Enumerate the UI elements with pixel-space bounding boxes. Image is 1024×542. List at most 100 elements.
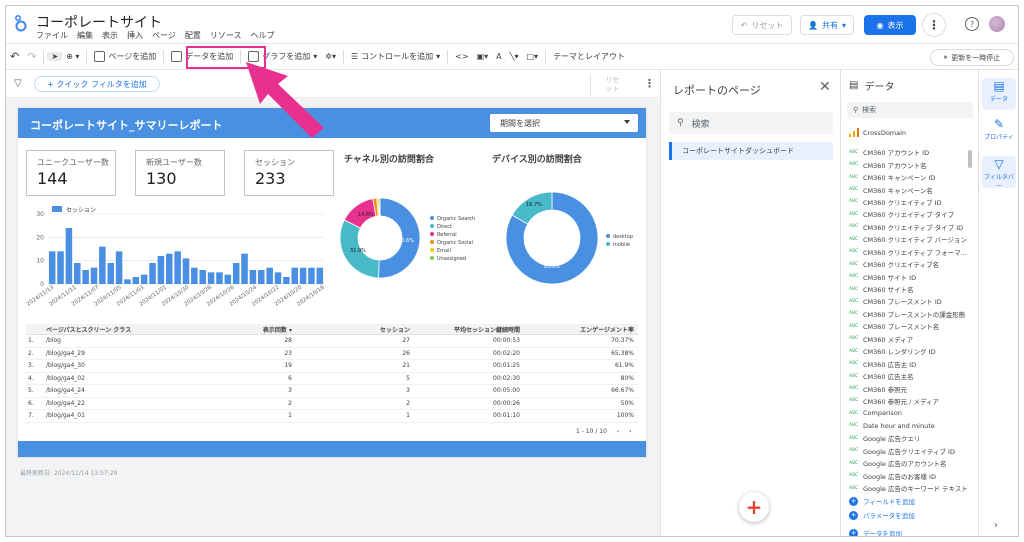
field-item[interactable]: ABC Comparison bbox=[849, 407, 969, 419]
undo-icon[interactable]: ↶ bbox=[6, 50, 23, 63]
add-param-link[interactable]: + パラメータを追加 bbox=[849, 508, 915, 522]
table-row[interactable]: 2. /blog/ga4_29 23 26 00:02:20 65.38% bbox=[26, 348, 638, 360]
field-item[interactable]: ABC CM360 クリエイティブ タイプ ID bbox=[849, 221, 969, 233]
sessions-bar-chart[interactable]: セッション01020302024/11/132024/11/112024/11/… bbox=[22, 204, 332, 316]
menu-edit[interactable]: 編集 bbox=[77, 30, 93, 41]
menu-view[interactable]: 表示 bbox=[102, 30, 118, 41]
col-avg-duration[interactable]: 平均セッション継続時間 bbox=[414, 325, 524, 334]
field-item[interactable]: ABC Google 広告のキーワード テキスト bbox=[849, 482, 969, 494]
field-item[interactable]: ABC CM360 レンダリング ID bbox=[849, 345, 969, 357]
table-row[interactable]: 1. /blog 28 27 00:00:53 70.37% bbox=[26, 335, 638, 348]
pages-search-input[interactable]: ⚲ 検索 bbox=[669, 112, 833, 134]
filter-reset-button[interactable]: リセ ット bbox=[590, 74, 634, 96]
embed-code-icon[interactable]: <> bbox=[451, 52, 472, 61]
shape-icon[interactable]: □▾ bbox=[522, 52, 542, 61]
field-item[interactable]: ABC CM360 プレースメント名 bbox=[849, 320, 969, 332]
help-icon[interactable]: ? bbox=[965, 17, 979, 31]
menu-insert[interactable]: 挿入 bbox=[127, 30, 143, 41]
field-item[interactable]: ABC CM360 クリエイティブ フォーマ... bbox=[849, 246, 969, 258]
field-item[interactable]: ABC CM360 参照元 / メディア bbox=[849, 395, 969, 407]
menu-page[interactable]: ページ bbox=[152, 30, 176, 41]
prev-page-icon[interactable]: ‹ bbox=[617, 428, 619, 435]
chevron-down-icon[interactable]: ▾ bbox=[842, 21, 846, 30]
rail-data-tab[interactable]: ▤ データ bbox=[982, 78, 1016, 110]
field-item[interactable]: ABC CM360 キャンペーン名 bbox=[849, 183, 969, 195]
field-label: CM360 キャンペーン名 bbox=[863, 186, 933, 195]
view-button[interactable]: ◉ 表示 bbox=[864, 15, 916, 35]
field-item[interactable]: ABC CM360 プレースメント ID bbox=[849, 295, 969, 307]
device-donut-chart[interactable]: 83.3% 16.7% desktop mobile bbox=[488, 182, 644, 292]
redo-icon[interactable]: ↷ bbox=[23, 50, 40, 63]
field-item[interactable]: ABC CM360 クリエイティブ タイプ bbox=[849, 208, 969, 220]
field-list-scrollbar[interactable] bbox=[968, 150, 972, 168]
data-source[interactable]: CrossDomain bbox=[849, 128, 906, 137]
reset-button[interactable]: ↶ リセット bbox=[732, 15, 792, 35]
menu-file[interactable]: ファイル bbox=[36, 30, 68, 41]
field-item[interactable]: ABC CM360 参照元 bbox=[849, 382, 969, 394]
menu-help[interactable]: ヘルプ bbox=[250, 30, 274, 41]
add-page-fab-button[interactable]: + bbox=[739, 492, 769, 522]
quick-filter-button[interactable]: + クイック フィルタを追加 bbox=[34, 76, 160, 92]
kpi-new-users[interactable]: 新規ユーザー数 130 bbox=[135, 150, 225, 196]
field-item[interactable]: ABC CM360 サイト名 bbox=[849, 283, 969, 295]
menu-arrange[interactable]: 配置 bbox=[185, 30, 201, 41]
field-item[interactable]: ABC CM360 クリエイティブ名 bbox=[849, 258, 969, 270]
next-page-icon[interactable]: › bbox=[629, 428, 631, 435]
field-item[interactable]: ABC Google 広告クエリ bbox=[849, 432, 969, 444]
field-item[interactable]: ABC CM360 アカウント名 bbox=[849, 158, 969, 170]
close-icon[interactable]: ✕ bbox=[819, 79, 831, 95]
field-item[interactable]: ABC CM360 サイト ID bbox=[849, 270, 969, 282]
field-item[interactable]: ABC Google 広告のアカウント名 bbox=[849, 457, 969, 469]
more-options-button[interactable]: ⋮ bbox=[922, 13, 946, 37]
field-item[interactable]: ABC CM360 広告主名 bbox=[849, 370, 969, 382]
col-sessions[interactable]: セッション bbox=[296, 325, 414, 334]
rail-filterbar-tab[interactable]: ▽ フィルタバー bbox=[982, 156, 1016, 190]
field-item[interactable]: ABC Date hour and minute bbox=[849, 420, 969, 432]
table-row[interactable]: 4. /blog/ga4_02 6 5 00:02:30 80% bbox=[26, 373, 638, 385]
table-row[interactable]: 6. /blog/ga4_22 2 2 00:00:26 50% bbox=[26, 398, 638, 410]
col-page-path[interactable]: ページパスとスクリーン クラス bbox=[46, 325, 186, 334]
select-cursor-icon[interactable]: ➤ bbox=[47, 52, 63, 61]
field-item[interactable]: ABC CM360 クリエイティブ ID bbox=[849, 196, 969, 208]
table-row[interactable]: 3. /blog/ga4_30 19 21 00:01:25 61.9% bbox=[26, 360, 638, 373]
line-icon[interactable]: ╲▾ bbox=[506, 52, 523, 61]
bar bbox=[157, 256, 165, 284]
theme-layout-button[interactable]: テーマとレイアウト bbox=[549, 51, 629, 62]
table-row[interactable]: 7. /blog/ga4_01 1 1 00:01:10 100% bbox=[26, 410, 638, 423]
divider bbox=[86, 49, 88, 64]
data-search-input[interactable]: ⚲ 検索 bbox=[847, 102, 973, 118]
filter-more-icon[interactable]: ⋮ bbox=[644, 77, 655, 90]
chevron-right-icon[interactable]: › bbox=[994, 520, 998, 531]
field-item[interactable]: ABC CM360 プレースメントの課金形態 bbox=[849, 308, 969, 320]
image-icon[interactable]: ▣▾ bbox=[473, 52, 493, 61]
add-data-link[interactable]: + データを追加 bbox=[849, 526, 915, 536]
avatar[interactable] bbox=[989, 16, 1005, 32]
report-title[interactable]: コーポレートサイト bbox=[36, 12, 162, 32]
date-range-selector[interactable]: 期間を選択 bbox=[490, 114, 638, 132]
text-icon[interactable]: A bbox=[492, 52, 505, 61]
pause-updates-button[interactable]: ⏸ 更新を一時停止 bbox=[930, 49, 1014, 66]
add-field-link[interactable]: + フィールドを追加 bbox=[849, 494, 915, 508]
share-button[interactable]: 👤 共有 ▾ bbox=[800, 15, 854, 35]
field-label: CM360 プレースメント名 bbox=[863, 323, 940, 332]
field-item[interactable]: ABC CM360 広告主 ID bbox=[849, 357, 969, 369]
kpi-unique-users[interactable]: ユニークユーザー数 144 bbox=[26, 150, 116, 196]
add-page-button[interactable]: ページを追加 bbox=[90, 51, 160, 62]
zoom-icon[interactable]: ⊕ ▾ bbox=[62, 52, 83, 61]
menu-resource[interactable]: リソース bbox=[210, 30, 242, 41]
field-item[interactable]: ABC CM360 キャンペーン ID bbox=[849, 171, 969, 183]
rail-properties-tab[interactable]: ✎ プロパティ bbox=[982, 116, 1016, 148]
table-cell: 00:00:53 bbox=[493, 337, 520, 345]
add-control-button[interactable]: ☰ コントロールを追加 ▾ bbox=[347, 51, 444, 62]
field-item[interactable]: ABC Google 広告クリエイティブ ID bbox=[849, 445, 969, 457]
col-views[interactable]: 表示回数 ▾ bbox=[186, 325, 296, 334]
col-engagement[interactable]: エンゲージメント率 bbox=[524, 325, 638, 334]
channel-donut-chart[interactable]: 50.6% 31.9% 14.6% Organic Search Direct Refer… bbox=[336, 182, 496, 292]
field-item[interactable]: ABC Google 広告のお客様 ID bbox=[849, 469, 969, 481]
table-row[interactable]: 5. /blog/ga4_24 3 3 00:05:00 66.67% bbox=[26, 385, 638, 398]
kpi-sessions[interactable]: セッション 233 bbox=[244, 150, 334, 196]
field-item[interactable]: ABC CM360 クリエイティブ バージョン bbox=[849, 233, 969, 245]
field-item[interactable]: ABC CM360 メディア bbox=[849, 333, 969, 345]
field-item[interactable]: ABC CM360 アカウント ID bbox=[849, 146, 969, 158]
page-item-dashboard[interactable]: コーポレートサイトダッシュボード bbox=[669, 142, 833, 160]
